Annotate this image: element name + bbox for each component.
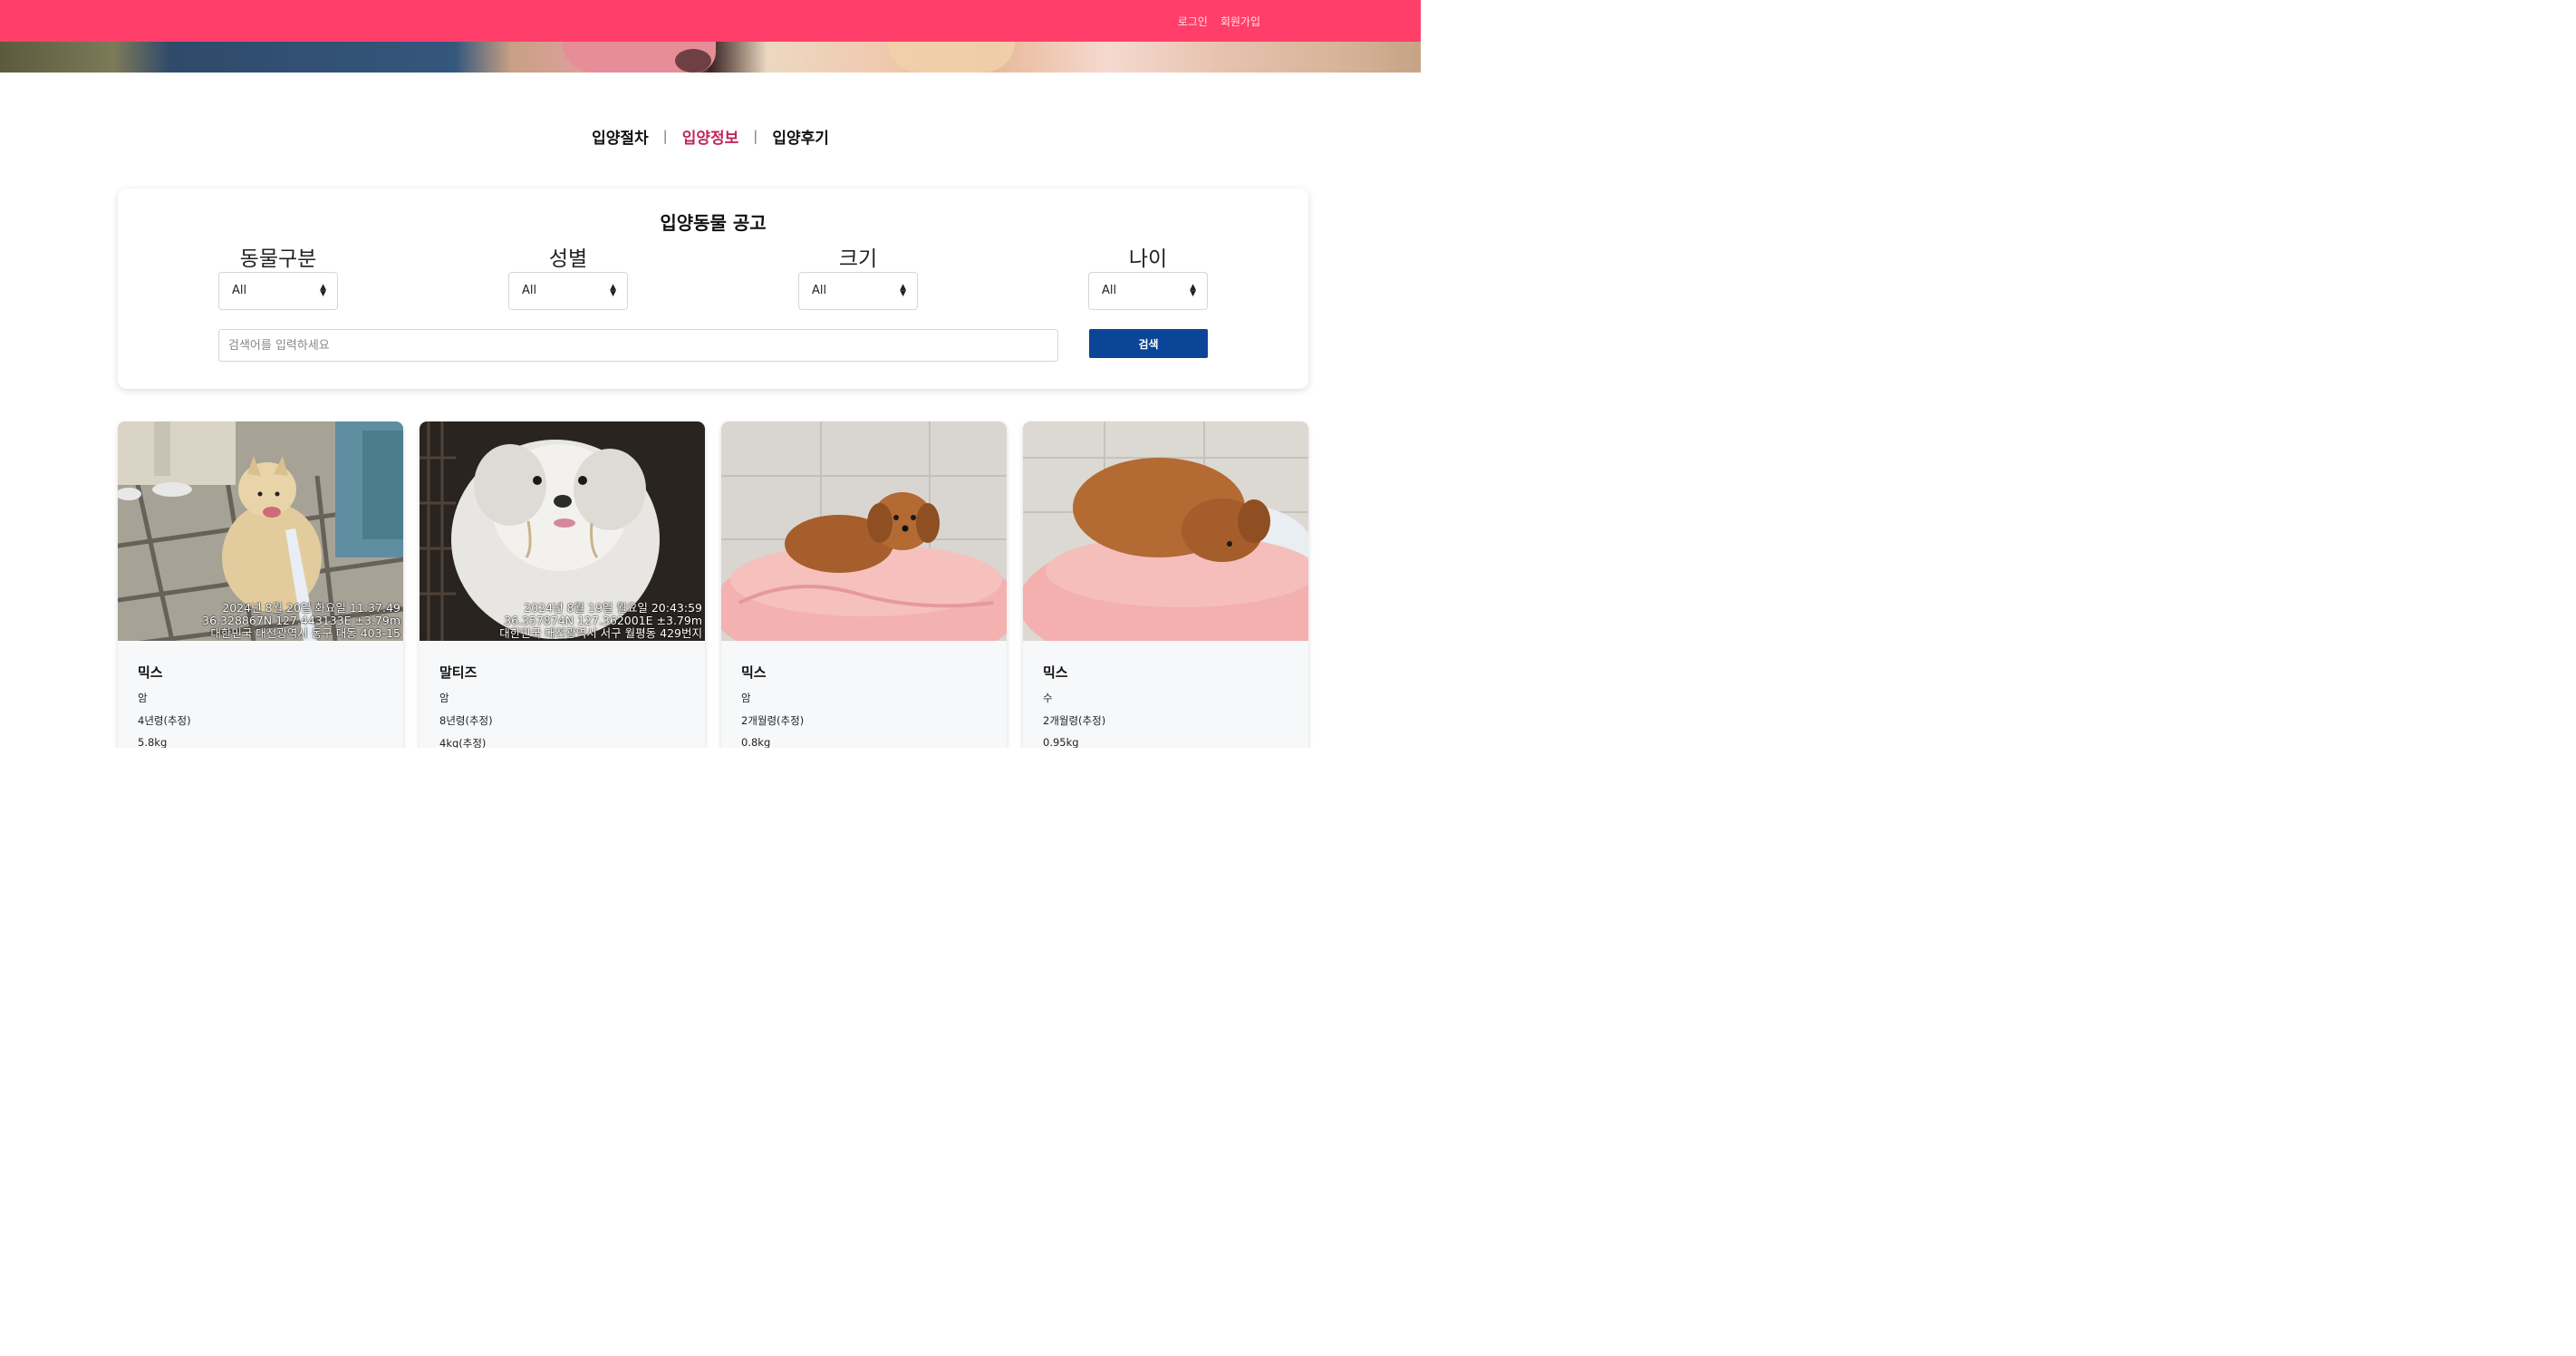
select-caret-icon: ▲ ▼ — [900, 283, 906, 298]
animal-breed: 믹스 — [138, 664, 163, 681]
stamp-line: 2024년 8월 20일 화요일 11:37:49 — [222, 601, 400, 615]
animal-age: 2개월령(추정) — [1043, 714, 1106, 727]
animal-info: 믹스 수 2개월령(추정) 0.95kg — [1043, 663, 1288, 748]
top-bar: 로그인 회원가입 — [0, 0, 1421, 42]
stamp-line: 대한민국 대전광역시 서구 월평동 429번지 — [499, 626, 702, 640]
select-value: All — [812, 284, 827, 297]
animal-sex: 암 — [741, 692, 751, 704]
signup-link[interactable]: 회원가입 — [1220, 14, 1260, 29]
puppy-photo — [721, 421, 1007, 641]
select-value: All — [522, 284, 537, 297]
animal-photo: 2024년 8월 19일 월요일 20:43:59 36.357874N 127… — [420, 421, 705, 641]
filter-label: 성별 — [548, 247, 588, 271]
animal-sex: 암 — [439, 692, 449, 704]
select-caret-icon: ▲ ▼ — [610, 283, 616, 298]
photo-timestamp: 2024년 8월 19일 월요일 20:43:59 36.357874N 127… — [499, 602, 702, 640]
filter-label: 나이 — [1128, 247, 1168, 271]
login-link[interactable]: 로그인 — [1178, 14, 1208, 29]
stamp-line: 36.357874N 127.362001E ±3.79m — [504, 614, 702, 627]
animal-photo — [721, 421, 1007, 641]
animal-breed: 믹스 — [1043, 664, 1068, 681]
select-caret-icon: ▲ ▼ — [320, 283, 326, 298]
animal-type-select[interactable]: All ▲ ▼ — [218, 272, 338, 310]
hero-shape — [675, 49, 711, 73]
hero-banner-image — [0, 42, 1421, 73]
animal-weight: 0.95kg — [1043, 736, 1079, 748]
animal-card-list: 2024년 8월 20일 화요일 11:37:49 36.328867N 127… — [118, 421, 1308, 748]
filter-animal-type: 동물구분 All ▲ ▼ — [218, 241, 338, 310]
stamp-line: 대한민국 대전광역시 동구 대동 403-15 — [210, 626, 400, 640]
search-button[interactable]: 검색 — [1089, 329, 1208, 358]
animal-breed: 믹스 — [741, 664, 767, 681]
filter-panel: 입양동물 공고 동물구분 All ▲ ▼ 성별 All ▲ ▼ 크기 All ▲ ▼ … — [118, 189, 1308, 389]
panel-title: 입양동물 공고 — [660, 212, 767, 234]
filter-size: 크기 All ▲ ▼ — [798, 241, 918, 310]
sex-select[interactable]: All ▲ ▼ — [508, 272, 628, 310]
filter-age: 나이 All ▲ ▼ — [1088, 241, 1208, 310]
age-select[interactable]: All ▲ ▼ — [1088, 272, 1208, 310]
animal-age: 8년령(추정) — [439, 714, 493, 727]
puppy-photo — [1023, 421, 1308, 641]
animal-photo: 2024년 8월 20일 화요일 11:37:49 36.328867N 127… — [118, 421, 403, 641]
photo-timestamp: 2024년 8월 20일 화요일 11:37:49 36.328867N 127… — [202, 602, 400, 640]
animal-card[interactable]: 2024년 8월 20일 화요일 11:37:49 36.328867N 127… — [118, 421, 403, 748]
select-value: All — [1102, 284, 1117, 297]
auth-links: 로그인 회원가입 — [1178, 14, 1260, 29]
animal-photo — [1023, 421, 1308, 641]
page-root: 로그인 회원가입 입양절차 | 입양정보 | 입양후기 입양동물 공고 동물구분… — [0, 0, 1421, 748]
animal-card[interactable]: 믹스 수 2개월령(추정) 0.95kg — [1023, 421, 1308, 748]
animal-sex: 수 — [1043, 692, 1053, 704]
adoption-sub-nav: 입양절차 | 입양정보 | 입양후기 — [0, 125, 1421, 148]
animal-age: 2개월령(추정) — [741, 714, 805, 727]
filter-sex: 성별 All ▲ ▼ — [508, 241, 628, 310]
animal-sex: 암 — [138, 692, 148, 704]
select-caret-icon: ▲ ▼ — [1190, 283, 1196, 298]
animal-weight: 0.8kg — [741, 736, 771, 748]
animal-info: 믹스 암 4년령(추정) 5.8kg — [138, 663, 382, 748]
search-input[interactable] — [218, 329, 1058, 362]
stamp-line: 2024년 8월 19일 월요일 20:43:59 — [524, 601, 702, 615]
animal-weight: 5.8kg — [138, 736, 168, 748]
filter-label: 동물구분 — [239, 247, 317, 271]
filter-label: 크기 — [838, 247, 878, 271]
size-select[interactable]: All ▲ ▼ — [798, 272, 918, 310]
stamp-line: 36.328867N 127.443133E ±3.79m — [202, 614, 400, 627]
animal-weight: 4kg(추정) — [439, 737, 487, 748]
animal-card[interactable]: 믹스 암 2개월령(추정) 0.8kg — [721, 421, 1007, 748]
nav-adoption-reviews[interactable]: 입양후기 — [772, 125, 829, 148]
nav-adoption-info[interactable]: 입양정보 — [682, 125, 739, 148]
animal-info: 말티즈 암 8년령(추정) 4kg(추정) — [439, 663, 684, 748]
nav-adoption-procedure[interactable]: 입양절차 — [592, 125, 649, 148]
select-value: All — [232, 284, 247, 297]
nav-separator: | — [662, 128, 668, 144]
hero-shape — [888, 42, 1015, 73]
animal-breed: 말티즈 — [439, 664, 478, 681]
animal-age: 4년령(추정) — [138, 714, 191, 727]
nav-separator: | — [753, 128, 758, 144]
animal-card[interactable]: 2024년 8월 19일 월요일 20:43:59 36.357874N 127… — [420, 421, 705, 748]
animal-info: 믹스 암 2개월령(추정) 0.8kg — [741, 663, 986, 748]
